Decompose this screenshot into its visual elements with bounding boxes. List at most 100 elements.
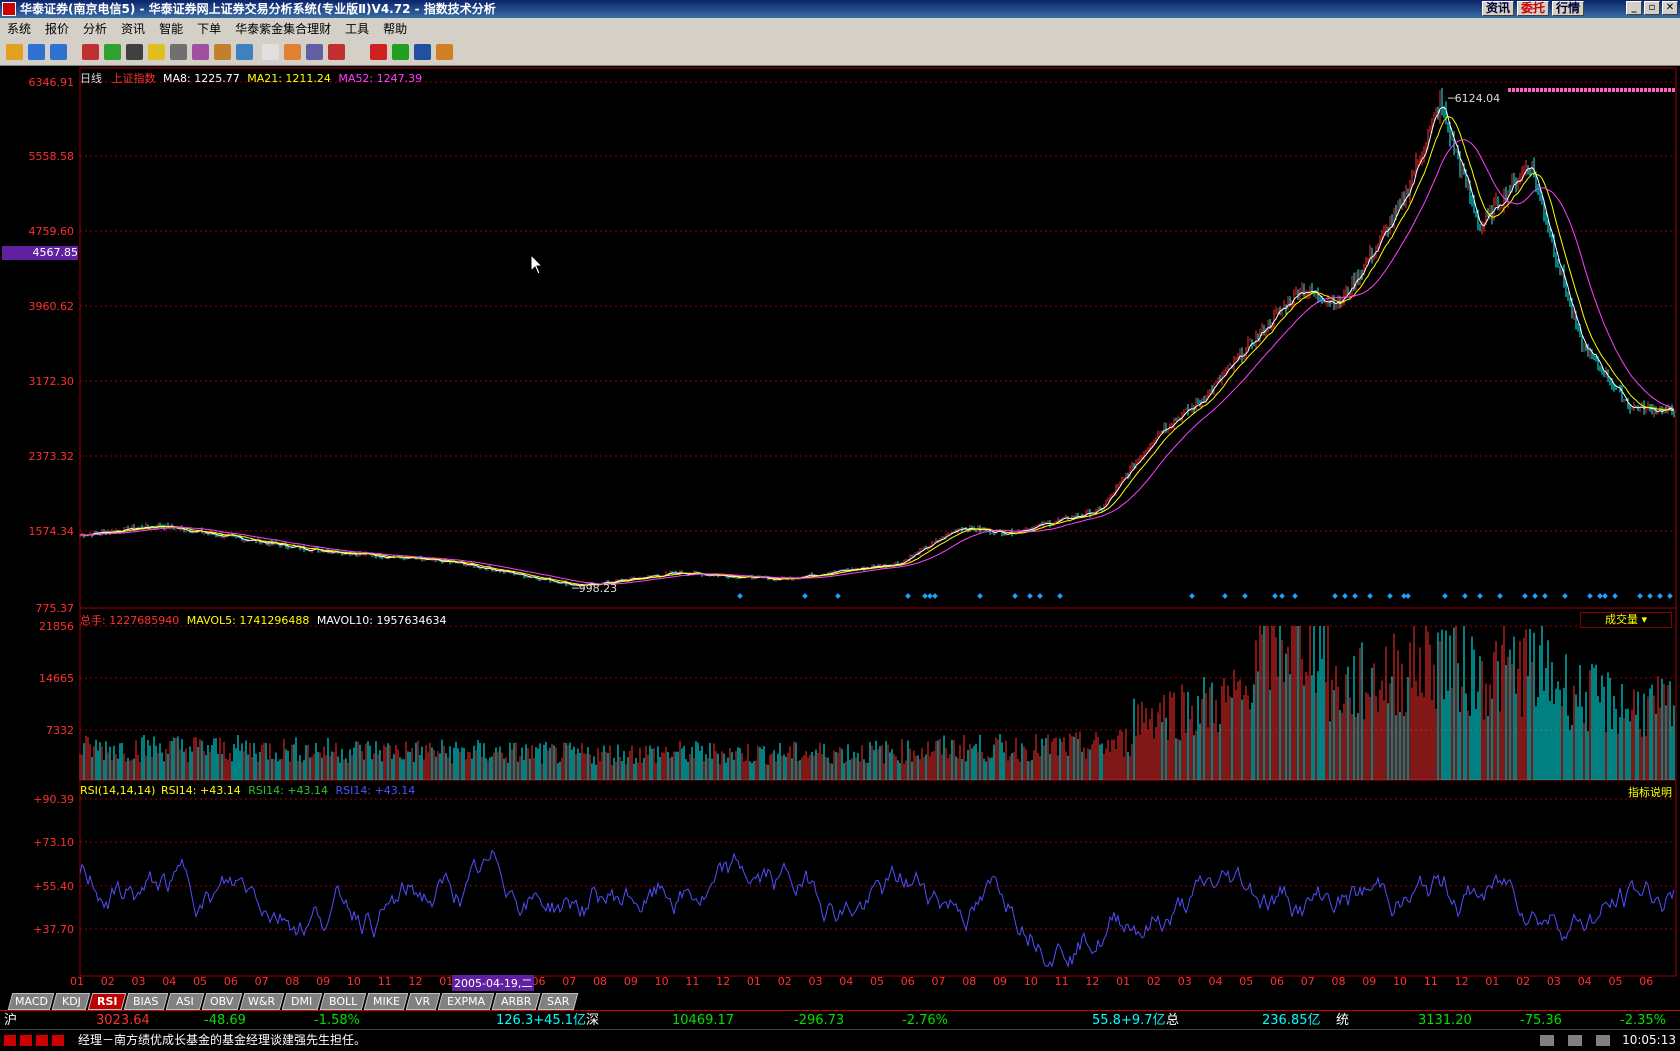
tab-mike[interactable]: MIKE xyxy=(363,993,409,1010)
globe-icon[interactable] xyxy=(392,44,409,60)
window-icon[interactable] xyxy=(126,44,143,60)
alert-icon[interactable] xyxy=(1596,1035,1610,1046)
signal-marker xyxy=(1587,593,1593,599)
menu-analysis[interactable]: 分析 xyxy=(76,20,114,37)
rsi-tick: +90.39 xyxy=(33,793,74,806)
signal-marker xyxy=(1612,593,1618,599)
y-tick: 4759.60 xyxy=(28,225,75,238)
chart-canvas[interactable] xyxy=(0,66,1680,1010)
sz-label: 深 xyxy=(586,1013,600,1028)
signal-marker xyxy=(1647,593,1653,599)
report-icon[interactable] xyxy=(284,44,301,60)
high-label: ─6124.04 xyxy=(1448,92,1501,105)
menu-order[interactable]: 下单 xyxy=(190,20,228,37)
signal-marker xyxy=(1562,593,1568,599)
tab-dmi[interactable]: DMI xyxy=(281,993,323,1010)
x-tick: 08 xyxy=(285,975,300,988)
chart-area[interactable]: 日线 上证指数 MA8: 1225.77 MA21: 1211.24 MA52:… xyxy=(0,66,1680,1010)
news-ticker[interactable]: 经理－南方绩优成长基金的基金经理谈建强先生担任。 10:05:13 xyxy=(0,1029,1680,1051)
restore-icon[interactable]: ▫ xyxy=(1644,1,1660,15)
menu-info[interactable]: 资讯 xyxy=(114,20,152,37)
tab-macd[interactable]: MACD xyxy=(7,993,55,1010)
signal-marker xyxy=(1387,593,1393,599)
close-icon[interactable]: ✕ xyxy=(1662,1,1678,15)
tab-kdj[interactable]: KDJ xyxy=(51,993,91,1010)
toolbar xyxy=(0,38,1680,66)
tab-vr[interactable]: VR xyxy=(405,993,441,1010)
x-tick: 07 xyxy=(1300,975,1315,988)
security-label: 上证指数 xyxy=(111,72,156,85)
tong-index: 3131.20 xyxy=(1418,1013,1472,1028)
signal-marker xyxy=(1242,593,1248,599)
y-tick: 5558.58 xyxy=(28,150,75,163)
menu-system[interactable]: 系统 xyxy=(0,20,38,37)
x-tick: 05 xyxy=(870,975,884,988)
doc-icon[interactable] xyxy=(262,44,279,60)
menu-wealth[interactable]: 华泰紫金集合理财 xyxy=(228,20,338,37)
signal-marker xyxy=(1342,593,1348,599)
x-tick: 04 xyxy=(1208,975,1223,988)
x-tick: 11 xyxy=(1054,975,1069,988)
signal-marker xyxy=(1477,593,1483,599)
signal-marker xyxy=(927,593,933,599)
back-icon[interactable] xyxy=(6,44,23,60)
monitor-icon[interactable] xyxy=(306,44,323,60)
pen-icon[interactable] xyxy=(148,44,165,60)
total-label: 总 xyxy=(1166,1013,1180,1028)
tab-arbr[interactable]: ARBR xyxy=(491,993,541,1010)
ma21-label: MA21: 1211.24 xyxy=(247,72,331,85)
up-icon[interactable] xyxy=(28,44,45,60)
refresh-icon[interactable] xyxy=(104,44,121,60)
x-tick: 09 xyxy=(993,975,1008,988)
minimize-icon[interactable]: _ xyxy=(1626,1,1642,15)
down-icon[interactable] xyxy=(50,44,67,60)
quote-button[interactable]: 行情 xyxy=(1551,1,1584,16)
book-icon[interactable] xyxy=(328,44,345,60)
tab-rsi[interactable]: RSI xyxy=(87,993,127,1010)
volume-legend: 总手: 1227685940 MAVOL5: 1741296488 MAVOL1… xyxy=(80,612,446,628)
ma8-label: MA8: 1225.77 xyxy=(163,72,240,85)
order-button[interactable]: 委托 xyxy=(1516,1,1549,16)
menu-help[interactable]: 帮助 xyxy=(376,20,414,37)
rsi-line xyxy=(79,849,1675,968)
menu-smart[interactable]: 智能 xyxy=(152,20,190,37)
tab-expma[interactable]: EXPMA xyxy=(437,993,495,1010)
keyboard-icon[interactable] xyxy=(1568,1035,1582,1046)
check-icon[interactable] xyxy=(214,44,231,60)
chart-icon[interactable] xyxy=(82,44,99,60)
news-button[interactable]: 资讯 xyxy=(1481,1,1514,16)
tag-icon[interactable] xyxy=(236,44,253,60)
tab-obv[interactable]: OBV xyxy=(201,993,243,1010)
menu-tools[interactable]: 工具 xyxy=(338,20,376,37)
stop-icon[interactable] xyxy=(370,44,387,60)
signal-marker xyxy=(1332,593,1338,599)
y-tick: 3960.62 xyxy=(28,300,75,313)
indicator-help-link[interactable]: 指标说明 xyxy=(1628,784,1672,800)
x-tick: 03 xyxy=(131,975,146,988)
tab-bias[interactable]: BIAS xyxy=(123,993,169,1010)
x-tick: 12 xyxy=(408,975,423,988)
menu-quote[interactable]: 报价 xyxy=(38,20,76,37)
x-tick: 06 xyxy=(1639,975,1654,988)
tab-boll[interactable]: BOLL xyxy=(319,993,367,1010)
x-tick: 10 xyxy=(346,975,361,988)
tong-label: 统 xyxy=(1336,1013,1350,1028)
x-tick: 02 xyxy=(1146,975,1161,988)
sh-label: 沪 xyxy=(4,1013,18,1028)
tab-asi[interactable]: ASI xyxy=(165,993,205,1010)
signal-marker xyxy=(1057,593,1063,599)
mavol10-label: MAVOL10: 1957634634 xyxy=(316,614,447,627)
total-volume-label: 总手: 1227685940 xyxy=(80,614,180,627)
x-tick: 06 xyxy=(223,975,238,988)
network-icon[interactable] xyxy=(1540,1035,1554,1046)
tool-icon[interactable] xyxy=(436,44,453,60)
x-tick: 05 xyxy=(193,975,208,988)
volume-selector[interactable]: 成交量 ▾ xyxy=(1580,612,1672,628)
number-icon[interactable] xyxy=(170,44,187,60)
database-icon[interactable] xyxy=(414,44,431,60)
sh-index: 3023.64 xyxy=(96,1013,150,1028)
link-icon[interactable] xyxy=(192,44,209,60)
tab-sar[interactable]: SAR xyxy=(537,993,579,1010)
tab-wr[interactable]: W&R xyxy=(239,993,285,1010)
window-title: 华泰证券(南京电信5) - 华泰证券网上证券交易分析系统(专业版Ⅱ)V4.72 … xyxy=(20,2,496,16)
